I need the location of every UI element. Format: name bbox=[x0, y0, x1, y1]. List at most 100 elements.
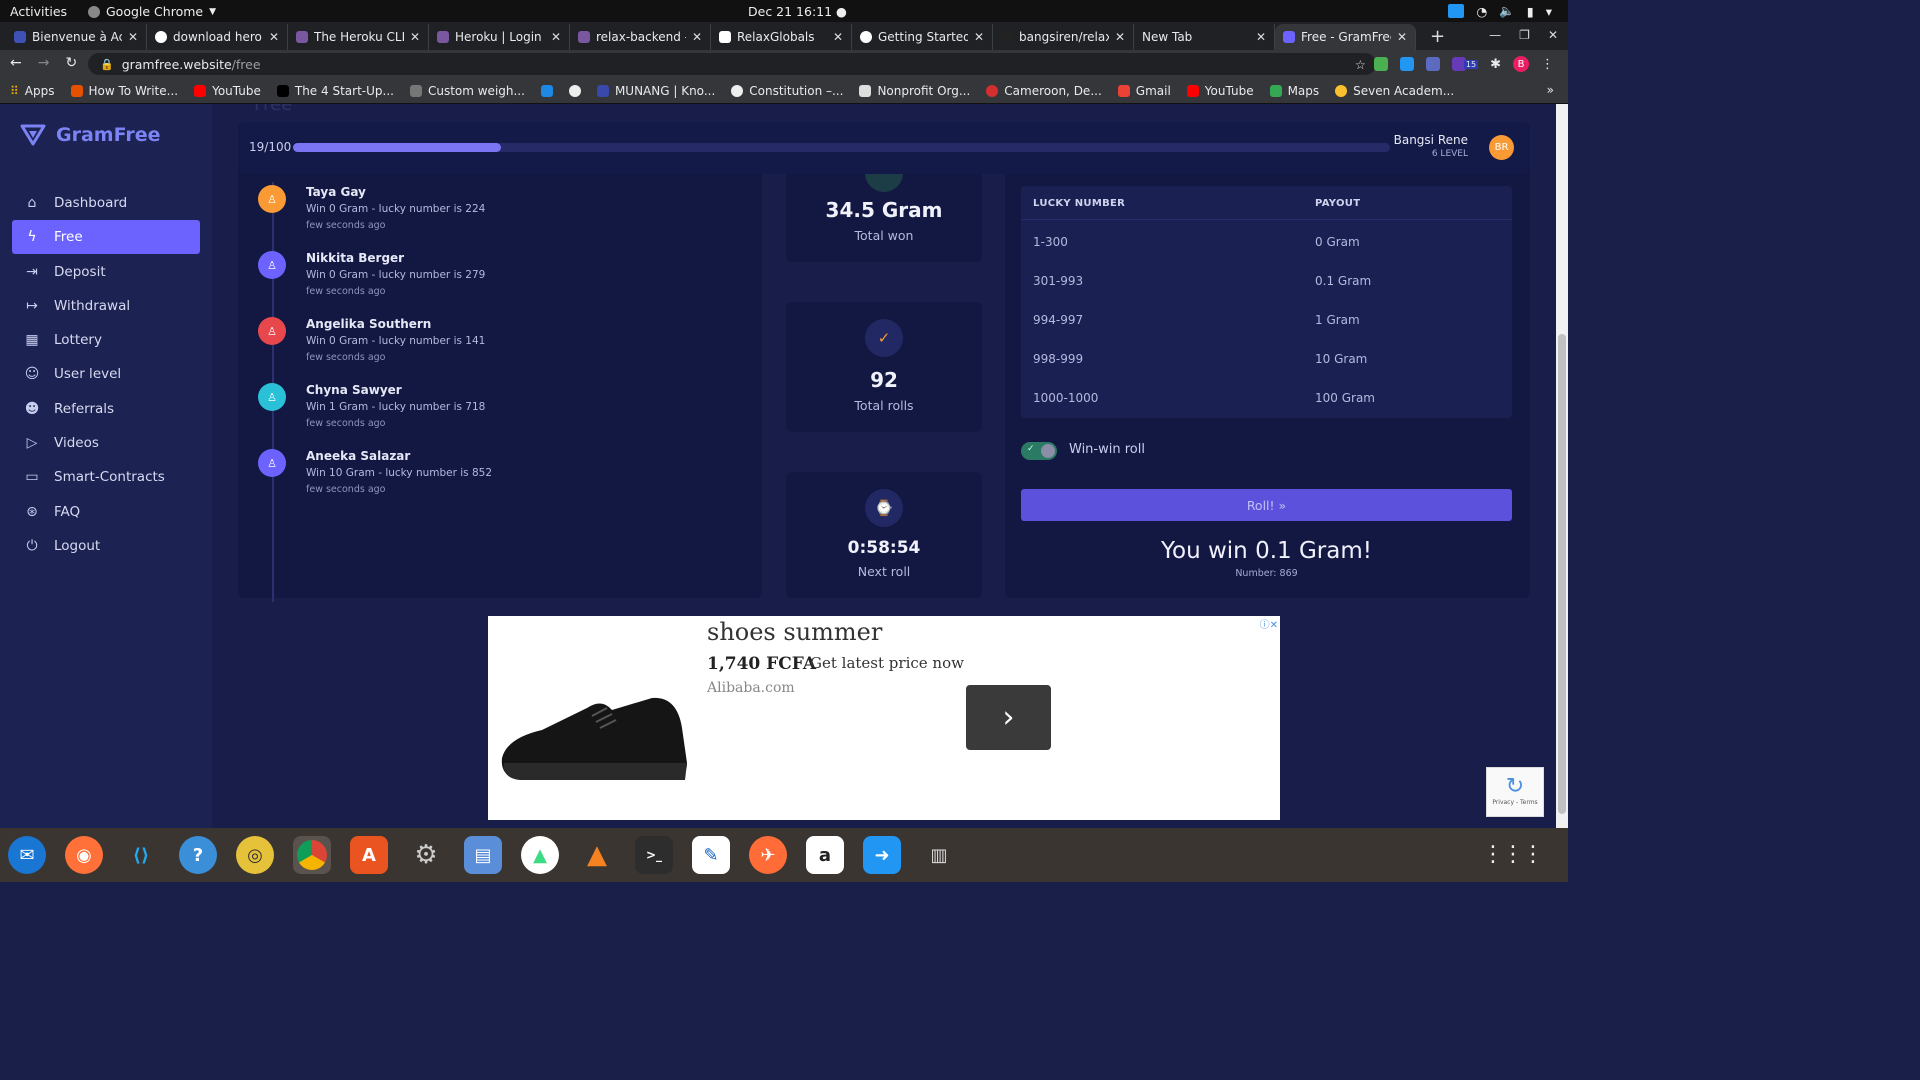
software-center-icon[interactable]: A bbox=[350, 836, 388, 874]
scrollbar-thumb[interactable] bbox=[1558, 334, 1566, 814]
roll-button[interactable]: Roll! » bbox=[1021, 489, 1512, 521]
activities-button[interactable]: Activities bbox=[10, 4, 67, 19]
sidebar-item-user-level[interactable]: ☺ User level bbox=[12, 357, 200, 391]
sidebar-item-referrals[interactable]: ☻ Referrals bbox=[12, 392, 200, 426]
new-tab-button[interactable]: + bbox=[1430, 26, 1445, 47]
calculator-icon[interactable]: ▥ bbox=[920, 836, 958, 874]
close-icon[interactable]: ✕ bbox=[692, 30, 702, 44]
firefox-icon[interactable]: ◉ bbox=[65, 836, 103, 874]
browser-tab[interactable]: bangsiren/relax ✕ bbox=[993, 24, 1134, 50]
bookmark-item[interactable]: The 4 Start-Up... bbox=[276, 84, 394, 98]
vscode-icon[interactable]: ⟨⟩ bbox=[122, 836, 160, 874]
sidebar-item-lottery[interactable]: ▦ Lottery bbox=[12, 323, 200, 357]
puzzle-icon[interactable]: ✱ bbox=[1490, 57, 1501, 72]
advertisement[interactable]: shoes summer 1,740 FCFA Get latest price… bbox=[488, 616, 1280, 820]
sidebar-item-videos[interactable]: ▷ Videos bbox=[12, 426, 200, 460]
power-menu-icon[interactable]: ▾ bbox=[1546, 4, 1552, 19]
ad-cta[interactable]: Get latest price now bbox=[810, 654, 964, 672]
close-icon[interactable]: ✕ bbox=[833, 30, 843, 44]
ad-next-button[interactable]: › bbox=[966, 685, 1051, 750]
close-icon[interactable]: ✕ bbox=[1256, 30, 1266, 44]
battery-icon[interactable]: ▮ bbox=[1527, 4, 1534, 19]
bookmark-item[interactable]: Maps bbox=[1269, 84, 1319, 98]
browser-tab[interactable]: Heroku | Login ✕ bbox=[429, 24, 570, 50]
browser-tab[interactable]: Getting Started ✕ bbox=[852, 24, 993, 50]
sidebar-item-faq[interactable]: ⊛ FAQ bbox=[12, 495, 200, 529]
forward-icon[interactable]: → bbox=[38, 55, 50, 71]
close-icon[interactable]: ✕ bbox=[1115, 30, 1125, 44]
bookmark-item[interactable]: YouTube bbox=[194, 84, 261, 98]
volume-icon[interactable]: 🔈 bbox=[1499, 3, 1515, 19]
clock[interactable]: Dec 21 16:11 ● bbox=[748, 4, 847, 19]
help-icon[interactable]: ? bbox=[179, 836, 217, 874]
sidebar-item-smart-contracts[interactable]: ▭ Smart-Contracts bbox=[12, 460, 200, 494]
bookmark-item[interactable]: YouTube bbox=[1186, 84, 1254, 98]
extension-icon[interactable] bbox=[1425, 57, 1440, 71]
close-icon[interactable]: ✕ bbox=[269, 30, 279, 44]
system-tray[interactable]: ◔ 🔈 ▮ ▾ bbox=[1448, 3, 1552, 19]
browser-tab[interactable]: New Tab ✕ bbox=[1134, 24, 1275, 50]
bookmark-item[interactable]: ⠿ Apps bbox=[10, 84, 55, 98]
maximize-icon[interactable]: ❐ bbox=[1519, 28, 1530, 42]
wifi-icon[interactable]: ◔ bbox=[1476, 4, 1487, 19]
reload-icon[interactable]: ↻ bbox=[65, 55, 77, 71]
sidebar-item-deposit[interactable]: ⇥ Deposit bbox=[12, 255, 200, 289]
lock-icon[interactable]: 🔒 bbox=[100, 58, 114, 71]
amazon-icon[interactable]: a bbox=[806, 836, 844, 874]
chrome-icon[interactable] bbox=[293, 836, 331, 874]
extension-icon[interactable] bbox=[1399, 57, 1414, 71]
settings-icon[interactable]: ⚙ bbox=[407, 836, 445, 874]
browser-tab[interactable]: The Heroku CLI ✕ bbox=[288, 24, 429, 50]
bookmark-item[interactable]: Nonprofit Org... bbox=[859, 84, 970, 98]
remote-desktop-icon[interactable]: ➜ bbox=[863, 836, 901, 874]
bookmark-item[interactable]: How To Write... bbox=[70, 84, 178, 98]
thunderbird-icon[interactable]: ✉ bbox=[8, 836, 46, 874]
bookmark-star-icon[interactable]: ☆ bbox=[1355, 57, 1366, 72]
close-icon[interactable]: ✕ bbox=[410, 30, 420, 44]
back-icon[interactable]: ← bbox=[10, 55, 22, 71]
browser-tab[interactable]: Bienvenue à Act ✕ bbox=[6, 24, 147, 50]
bookmark-item[interactable]: Custom weigh... bbox=[409, 84, 525, 98]
scrollbar[interactable] bbox=[1556, 104, 1568, 828]
bookmark-item[interactable]: Seven Academ... bbox=[1335, 84, 1454, 98]
brand-logo[interactable]: GramFree bbox=[20, 124, 161, 146]
app-menu[interactable]: Google Chrome ▼ bbox=[88, 4, 216, 19]
screen-share-icon[interactable] bbox=[1448, 4, 1465, 18]
vlc-icon[interactable]: ▲ bbox=[578, 836, 616, 874]
rhythmbox-icon[interactable]: ◎ bbox=[236, 836, 274, 874]
bookmark-item[interactable]: Constitution –... bbox=[731, 84, 843, 98]
close-icon[interactable]: ✕ bbox=[128, 30, 138, 44]
browser-tab-active[interactable]: Free - GramFree ✕ bbox=[1275, 24, 1416, 50]
menu-kebab-icon[interactable]: ⋮ bbox=[1541, 57, 1554, 72]
ad-title[interactable]: shoes summer bbox=[707, 618, 882, 646]
browser-tab[interactable]: download hero ✕ bbox=[147, 24, 288, 50]
url-bar[interactable]: 🔒 gramfree.website/free ☆ bbox=[88, 53, 1376, 75]
close-icon[interactable]: ✕ bbox=[551, 30, 561, 44]
bookmark-item[interactable]: MUNANG | Kno... bbox=[596, 84, 715, 98]
win-win-toggle[interactable]: ✓ bbox=[1021, 442, 1057, 460]
sidebar-item-dashboard[interactable]: ⌂ Dashboard bbox=[12, 186, 200, 220]
bookmark-item[interactable] bbox=[540, 84, 553, 97]
close-icon[interactable]: ✕ bbox=[974, 30, 984, 44]
bookmarks-overflow-icon[interactable]: » bbox=[1547, 83, 1554, 97]
sidebar-item-withdrawal[interactable]: ↦ Withdrawal bbox=[12, 289, 200, 323]
minimize-icon[interactable]: — bbox=[1489, 28, 1501, 42]
show-apps-icon[interactable]: ⋮⋮⋮ bbox=[1482, 842, 1544, 867]
browser-tab[interactable]: relax-backend - ✕ bbox=[570, 24, 711, 50]
recaptcha-badge[interactable]: ↻ Privacy - Terms bbox=[1486, 767, 1544, 817]
sidebar-item-logout[interactable]: ⏻ Logout bbox=[12, 529, 200, 563]
user-info[interactable]: Bangsi Rene 6 LEVEL bbox=[1394, 133, 1468, 159]
close-window-icon[interactable]: ✕ bbox=[1548, 28, 1558, 42]
sidebar-item-free[interactable]: ϟ Free bbox=[12, 220, 200, 255]
profile-avatar[interactable]: B bbox=[1513, 56, 1529, 72]
extension-icon[interactable] bbox=[1373, 57, 1388, 71]
bookmark-item[interactable] bbox=[568, 84, 581, 97]
ad-source[interactable]: Alibaba.com bbox=[707, 680, 795, 696]
adchoices-icon[interactable]: ⓘ✕ bbox=[1260, 616, 1278, 631]
terminal-icon[interactable]: >_ bbox=[635, 836, 673, 874]
close-icon[interactable]: ✕ bbox=[1397, 30, 1407, 44]
postman-icon[interactable]: ✈ bbox=[749, 836, 787, 874]
browser-tab[interactable]: RelaxGlobals ✕ bbox=[711, 24, 852, 50]
bookmark-item[interactable]: Cameroon, De... bbox=[986, 84, 1102, 98]
libreoffice-writer-icon[interactable]: ✎ bbox=[692, 836, 730, 874]
